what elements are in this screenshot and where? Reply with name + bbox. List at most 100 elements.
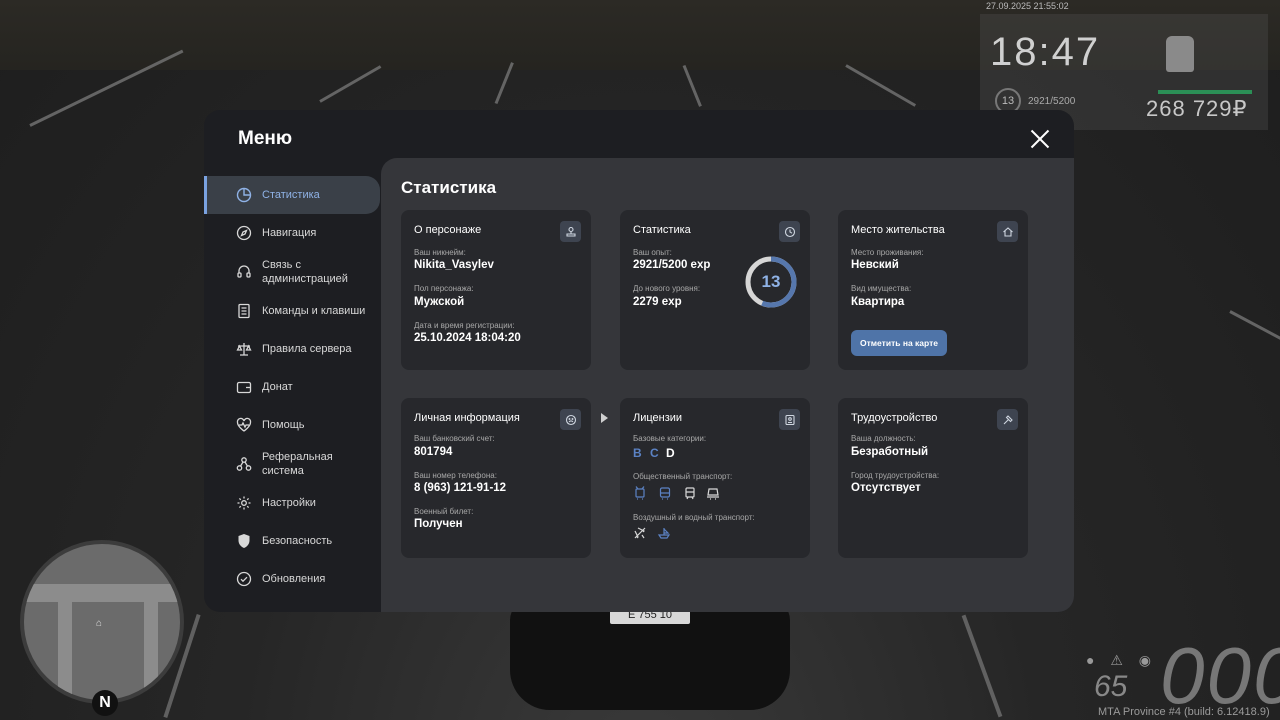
parking-line bbox=[845, 64, 917, 107]
sidebar-item-security[interactable]: Безопасность bbox=[204, 522, 380, 560]
field-label: Ваш номер телефона: bbox=[414, 471, 497, 480]
sidebar-item-settings[interactable]: Настройки bbox=[204, 484, 380, 522]
id-card-icon bbox=[779, 409, 800, 430]
compass-icon bbox=[236, 225, 252, 241]
nickname-value: Nikita_Vasylev bbox=[414, 259, 494, 271]
field-label: Город трудоустройства: bbox=[851, 471, 940, 480]
wallet-icon bbox=[236, 379, 252, 395]
field-label: Воздушный и водный транспорт: bbox=[633, 513, 755, 522]
sidebar-item-referral[interactable]: Реферальная система bbox=[204, 444, 380, 484]
sidebar-item-updates[interactable]: Обновления bbox=[204, 560, 380, 598]
dashboard-icons: ● ⚠ ◉ bbox=[1086, 652, 1158, 668]
card-title: Трудоустройство bbox=[851, 412, 938, 424]
field-label: Ваш никнейм: bbox=[414, 248, 466, 257]
sidebar-item-label: Навигация bbox=[262, 227, 317, 239]
sidebar-item-commands[interactable]: Команды и клавиши bbox=[204, 292, 380, 330]
license-category-b: B bbox=[633, 446, 642, 460]
licenses-card: Лицензии Базовые категории: B C D Общест… bbox=[620, 398, 810, 558]
headset-icon bbox=[236, 264, 252, 280]
field-label: Дата и время регистрации: bbox=[414, 321, 515, 330]
heart-pulse-icon bbox=[236, 417, 252, 433]
level-number: 13 bbox=[761, 272, 781, 291]
field-label: Ваш опыт: bbox=[633, 248, 672, 257]
sidebar-item-label: Команды и клавиши bbox=[262, 305, 366, 317]
employment-city-value: Отсутствует bbox=[851, 482, 921, 494]
airplane-icon bbox=[634, 527, 646, 539]
pie-chart-icon bbox=[236, 187, 252, 203]
card-title: Личная информация bbox=[414, 412, 520, 424]
field-label: Вид имущества: bbox=[851, 284, 912, 293]
personal-card: Личная информация Ваш банковский счет: 8… bbox=[401, 398, 591, 558]
player-marker-icon: ⌂ bbox=[96, 618, 103, 629]
phone-value: 8 (963) 121-91-12 bbox=[414, 482, 507, 494]
military-value: Получен bbox=[414, 518, 463, 530]
license-category-c: C bbox=[650, 446, 659, 460]
compass-north-icon: N bbox=[92, 690, 118, 716]
hammer-icon bbox=[997, 409, 1018, 430]
stats-card: Статистика Ваш опыт: 2921/5200 exp До но… bbox=[620, 210, 810, 370]
card-title: Лицензии bbox=[633, 412, 683, 424]
parking-line bbox=[682, 64, 702, 107]
train-icon bbox=[707, 488, 719, 500]
field-label: Пол персонажа: bbox=[414, 284, 474, 293]
mark-on-map-button[interactable]: Отметить на карте bbox=[851, 330, 947, 356]
trolleybus-icon bbox=[635, 486, 645, 500]
field-label: Ваша должность: bbox=[851, 434, 916, 443]
sidebar-item-label: Реферальная система bbox=[262, 451, 333, 477]
sidebar-item-label: Правила сервера bbox=[262, 343, 352, 355]
next-level-value: 2279 exp bbox=[633, 296, 682, 308]
sidebar-item-label: Связь с администрацией bbox=[262, 259, 348, 285]
parking-line bbox=[1229, 310, 1280, 341]
sidebar-item-label: Безопасность bbox=[262, 535, 333, 547]
bus-icon bbox=[659, 487, 671, 500]
card-title: О персонаже bbox=[414, 224, 482, 236]
sidebar-item-help[interactable]: Помощь bbox=[204, 406, 380, 444]
menu-title: Меню bbox=[238, 128, 293, 149]
minimap: ⌂ bbox=[20, 540, 184, 704]
exp-value: 2921/5200 exp bbox=[633, 259, 711, 271]
field-label: Военный билет: bbox=[414, 507, 474, 516]
sidebar: Статистика Навигация Связь с администрац… bbox=[204, 176, 380, 598]
network-icon bbox=[236, 456, 252, 472]
boat-icon bbox=[657, 528, 671, 539]
card-title: Статистика bbox=[633, 224, 691, 236]
check-circle-icon bbox=[236, 571, 252, 587]
field-label: До нового уровня: bbox=[633, 284, 701, 293]
hud-datetime: 27.09.2025 21:55:02 bbox=[986, 1, 1069, 11]
registration-value: 25.10.2024 18:04:20 bbox=[414, 332, 521, 344]
tram-icon bbox=[685, 487, 695, 500]
field-label: Базовые категории: bbox=[633, 434, 707, 443]
build-info: MTA Province #4 (build: 6.12418.9) bbox=[1098, 706, 1270, 718]
gear-icon bbox=[236, 495, 252, 511]
sidebar-item-statistics[interactable]: Статистика bbox=[204, 176, 380, 214]
sidebar-item-label: Помощь bbox=[262, 419, 305, 431]
position-value: Безработный bbox=[851, 446, 929, 458]
license-category-d: D bbox=[666, 446, 675, 460]
parking-line bbox=[319, 65, 382, 103]
sidebar-item-label: Статистика bbox=[262, 189, 320, 201]
sidebar-item-admin-contact[interactable]: Связь с администрацией bbox=[204, 252, 380, 292]
character-card: О персонаже Ваш никнейм: Nikita_Vasylev … bbox=[401, 210, 591, 370]
field-label: Общественный транспорт: bbox=[633, 472, 733, 481]
bank-value: 801794 bbox=[414, 446, 453, 458]
hud-clock: 18:47 bbox=[990, 30, 1101, 74]
close-button[interactable] bbox=[1028, 127, 1052, 151]
fist-icon bbox=[1166, 36, 1194, 72]
sidebar-item-label: Обновления bbox=[262, 573, 326, 585]
hud-exp: 2921/5200 bbox=[1028, 96, 1076, 107]
face-icon bbox=[560, 409, 581, 430]
content-panel: Статистика О персонаже Ваш никнейм: Niki… bbox=[381, 158, 1074, 612]
hud-money: 268 729₽ bbox=[1146, 96, 1248, 121]
sidebar-item-rules[interactable]: Правила сервера bbox=[204, 330, 380, 368]
residence-value: Невский bbox=[851, 259, 899, 271]
scales-icon bbox=[236, 341, 252, 357]
menu-modal: Меню Статистика Навигация Связь с админи… bbox=[204, 110, 1074, 612]
stamp-icon bbox=[560, 221, 581, 242]
shield-icon bbox=[236, 533, 252, 549]
sidebar-item-navigation[interactable]: Навигация bbox=[204, 214, 380, 252]
sidebar-item-label: Донат bbox=[262, 381, 293, 393]
fuel-level: 65 bbox=[1094, 670, 1128, 703]
page-title: Статистика bbox=[401, 178, 497, 197]
property-value: Квартира bbox=[851, 296, 905, 308]
sidebar-item-donate[interactable]: Донат bbox=[204, 368, 380, 406]
